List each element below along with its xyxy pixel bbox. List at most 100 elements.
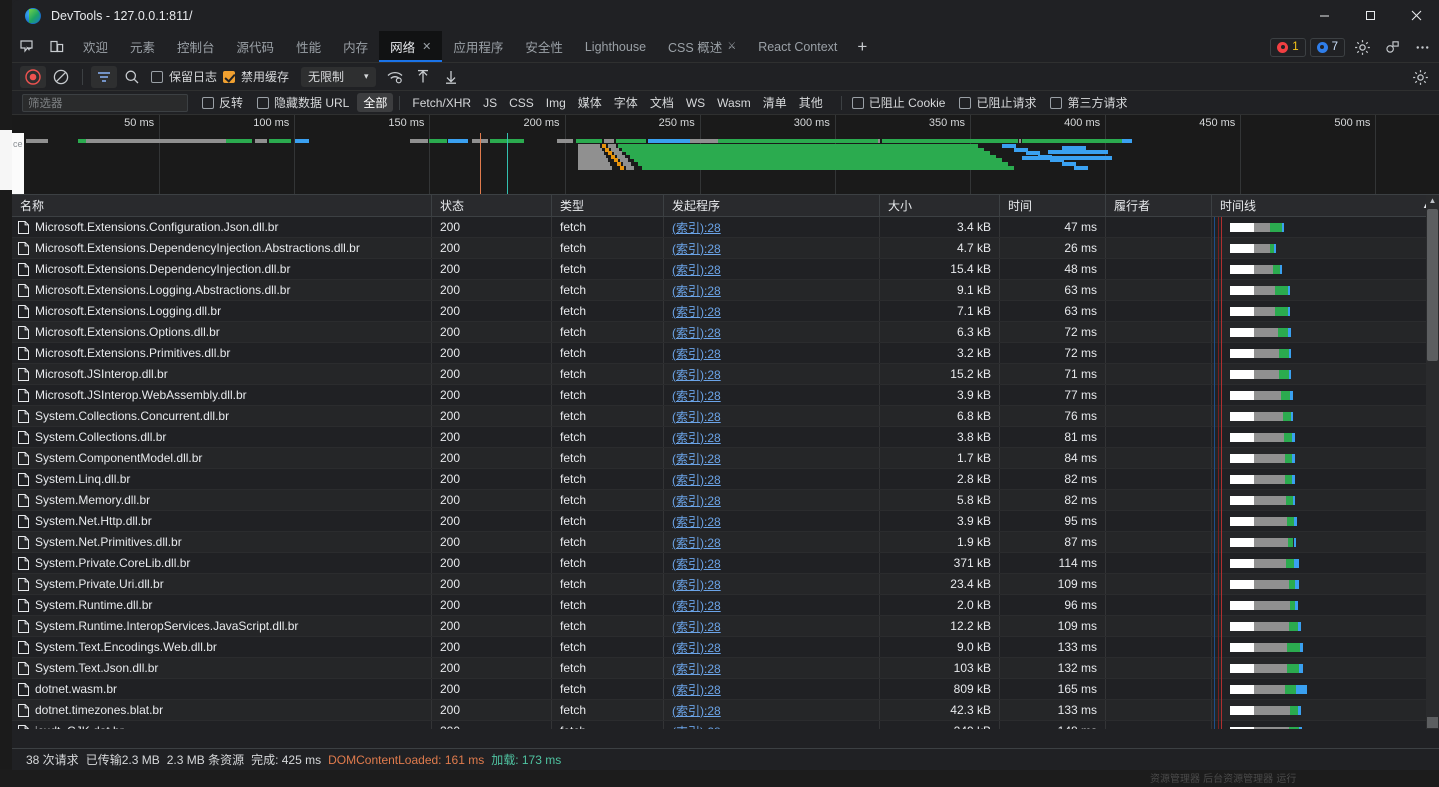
tab-performance[interactable]: 性能: [285, 31, 332, 62]
table-row[interactable]: System.Text.Encodings.Web.dll.br 200 fetch…: [12, 636, 1439, 658]
third-party-checkbox[interactable]: 第三方请求: [1050, 94, 1128, 111]
column-header-6[interactable]: 时间: [1000, 195, 1106, 216]
filter-type-ws[interactable]: WS: [680, 95, 711, 111]
add-panel-button[interactable]: +: [848, 31, 876, 62]
tab-react-context[interactable]: React Context: [747, 31, 848, 62]
filter-type-wasm[interactable]: Wasm: [711, 95, 757, 111]
inspect-element-icon[interactable]: [12, 31, 42, 62]
blocked-cookies-checkbox[interactable]: 已阻止 Cookie: [851, 94, 945, 111]
initiator-link[interactable]: (索引):28: [672, 429, 721, 446]
table-row[interactable]: Microsoft.JSInterop.dll.br 200 fetch (索引):2…: [12, 363, 1439, 385]
filter-input[interactable]: 筛选器: [22, 93, 188, 112]
import-har-icon[interactable]: [410, 66, 436, 88]
initiator-link[interactable]: (索引):28: [672, 597, 721, 614]
export-har-icon[interactable]: [438, 66, 464, 88]
filter-type-media[interactable]: 媒体: [572, 93, 608, 112]
column-header-3[interactable]: 类型: [552, 195, 664, 216]
network-conditions-icon[interactable]: [382, 66, 408, 88]
filter-type-doc[interactable]: 文档: [644, 93, 680, 112]
blocked-requests-checkbox[interactable]: 已阻止请求: [959, 94, 1036, 111]
table-row[interactable]: System.Runtime.dll.br 200 fetch (索引):28 2.0 …: [12, 594, 1439, 616]
table-row[interactable]: System.Private.CoreLib.dll.br 200 fetch (索引…: [12, 552, 1439, 574]
tab-sources[interactable]: 源代码: [226, 31, 286, 62]
tab-css-overview[interactable]: CSS 概述 ⚔: [657, 31, 747, 62]
initiator-link[interactable]: (索引):28: [672, 408, 721, 425]
table-row[interactable]: System.Linq.dll.br 200 fetch (索引):28 2.8 kB 8…: [12, 468, 1439, 490]
table-row[interactable]: Microsoft.Extensions.Logging.dll.br 200 fe…: [12, 300, 1439, 322]
table-row[interactable]: Microsoft.Extensions.DependencyInjection…: [12, 237, 1439, 259]
initiator-link[interactable]: (索引):28: [672, 471, 721, 488]
filter-type-fetch-xhr[interactable]: Fetch/XHR: [406, 95, 477, 111]
initiator-link[interactable]: (索引):28: [672, 555, 721, 572]
error-count-badge[interactable]: 1: [1270, 37, 1306, 57]
tab-console[interactable]: 控制台: [166, 31, 226, 62]
network-settings-gear-icon[interactable]: [1407, 66, 1433, 88]
disable-cache-checkbox[interactable]: 禁用缓存: [223, 68, 289, 85]
table-row[interactable]: dotnet.timezones.blat.br 200 fetch (索引):28 4…: [12, 699, 1439, 721]
network-overview-timeline[interactable]: ce 50 ms 100 ms 150 ms 200 ms 250 ms 300 ms 35…: [12, 115, 1439, 195]
clear-button[interactable]: [48, 66, 74, 88]
initiator-link[interactable]: (索引):28: [672, 534, 721, 551]
search-icon[interactable]: [119, 66, 145, 88]
table-row[interactable]: System.Private.Uri.dll.br 200 fetch (索引):28…: [12, 573, 1439, 595]
table-row[interactable]: icudt_CJK.dat.br 200fetch (索引):28 249 kB148…: [12, 720, 1439, 730]
tab-welcome[interactable]: 欢迎: [72, 31, 119, 62]
column-header-8[interactable]: 时间线 ▲: [1212, 195, 1439, 216]
table-row[interactable]: Microsoft.Extensions.Configuration.Json.…: [12, 217, 1439, 238]
filter-type-font[interactable]: 字体: [608, 93, 644, 112]
tab-application[interactable]: 应用程序: [442, 31, 514, 62]
initiator-link[interactable]: (索引):28: [672, 240, 721, 257]
minimize-button[interactable]: [1301, 0, 1347, 31]
initiator-link[interactable]: (索引):28: [672, 681, 721, 698]
filter-type-manifest[interactable]: 清单: [757, 93, 793, 112]
initiator-link[interactable]: (索引):28: [672, 660, 721, 677]
filter-type-other[interactable]: 其他: [793, 93, 829, 112]
initiator-link[interactable]: (索引):28: [672, 324, 721, 341]
initiator-link[interactable]: (索引):28: [672, 345, 721, 362]
table-row[interactable]: Microsoft.Extensions.Primitives.dll.br 20…: [12, 342, 1439, 364]
initiator-link[interactable]: (索引):28: [672, 639, 721, 656]
scroll-down-arrow-icon[interactable]: [1427, 717, 1438, 728]
initiator-link[interactable]: (索引):28: [672, 702, 721, 719]
table-row[interactable]: Microsoft.Extensions.Options.dll.br 200 fe…: [12, 321, 1439, 343]
initiator-link[interactable]: (索引):28: [672, 303, 721, 320]
table-row[interactable]: System.Runtime.InteropServices.JavaScrip…: [12, 615, 1439, 637]
scroll-up-arrow-icon[interactable]: ▲: [1427, 196, 1438, 205]
initiator-link[interactable]: (索引):28: [672, 723, 721, 730]
table-row[interactable]: System.Net.Http.dll.br 200 fetch (索引):28 3.9…: [12, 510, 1439, 532]
initiator-link[interactable]: (索引):28: [672, 450, 721, 467]
tab-lighthouse[interactable]: Lighthouse: [574, 31, 657, 62]
table-row[interactable]: Microsoft.JSInterop.WebAssembly.dll.br 20…: [12, 384, 1439, 406]
filter-type-img[interactable]: Img: [540, 95, 572, 111]
filter-type-css[interactable]: CSS: [503, 95, 540, 111]
throttling-dropdown[interactable]: 无限制 ▾: [301, 66, 376, 87]
filter-type-js[interactable]: JS: [477, 95, 503, 111]
initiator-link[interactable]: (索引):28: [672, 618, 721, 635]
initiator-link[interactable]: (索引):28: [672, 282, 721, 299]
tab-elements[interactable]: 元素: [119, 31, 166, 62]
close-tab-icon[interactable]: ✕: [422, 40, 431, 53]
record-button[interactable]: [20, 65, 46, 88]
table-row[interactable]: System.Collections.Concurrent.dll.br 200 f…: [12, 405, 1439, 427]
initiator-link[interactable]: (索引):28: [672, 576, 721, 593]
initiator-link[interactable]: (索引):28: [672, 366, 721, 383]
maximize-button[interactable]: [1347, 0, 1393, 31]
table-row[interactable]: System.ComponentModel.dll.br 200 fetch (索引)…: [12, 447, 1439, 469]
device-toolbar-icon[interactable]: [42, 31, 72, 62]
column-header-7[interactable]: 履行者: [1106, 195, 1212, 216]
column-header-2[interactable]: 状态: [432, 195, 552, 216]
invert-checkbox[interactable]: 反转: [202, 94, 243, 111]
table-row[interactable]: System.Collections.dll.br 200 fetch (索引):28…: [12, 426, 1439, 448]
initiator-link[interactable]: (索引):28: [672, 387, 721, 404]
initiator-link[interactable]: (索引):28: [672, 513, 721, 530]
column-header-5[interactable]: 大小: [880, 195, 1000, 216]
hide-data-urls-checkbox[interactable]: 隐藏数据 URL: [257, 94, 349, 111]
filter-button[interactable]: [91, 65, 117, 88]
table-row[interactable]: System.Net.Primitives.dll.br 200 fetch (索引)…: [12, 531, 1439, 553]
preserve-log-checkbox[interactable]: 保留日志: [151, 68, 217, 85]
table-row[interactable]: dotnet.wasm.br 200 fetch (索引):28 809 kB 165 m…: [12, 678, 1439, 700]
message-count-badge[interactable]: 7: [1309, 37, 1345, 57]
more-options-icon[interactable]: [1409, 34, 1435, 60]
initiator-link[interactable]: (索引):28: [672, 261, 721, 278]
close-button[interactable]: [1393, 0, 1439, 31]
